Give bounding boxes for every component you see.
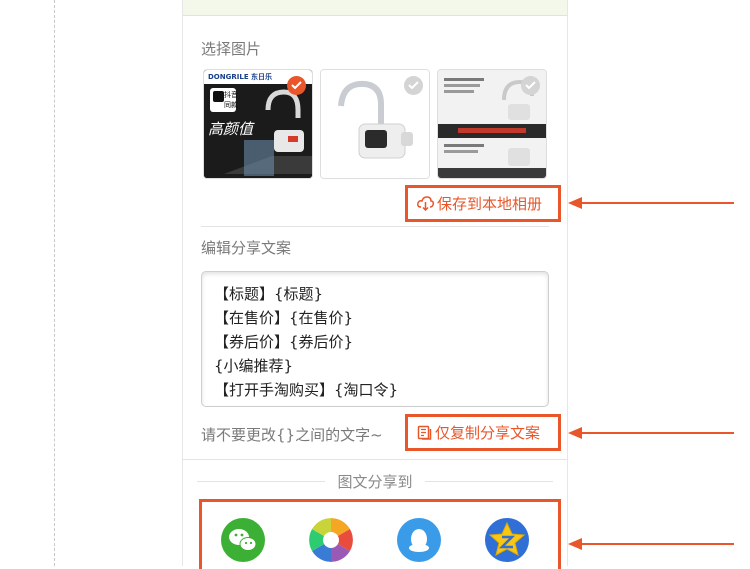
share-panel: 选择图片 DONGRILE 东日乐 抖音 同款 高颜值 保存到本地相册 编辑分享… <box>182 0 568 569</box>
edit-copy-title: 编辑分享文案 <box>201 239 292 257</box>
thumb-badge-line2: 同款 <box>224 101 238 109</box>
image-thumb-1[interactable]: DONGRILE 东日乐 抖音 同款 高颜值 <box>203 69 313 179</box>
copy-line: 【标题】{标题} <box>214 285 324 303</box>
copy-button-label: 仅复制分享文案 <box>435 424 541 442</box>
copy-line: {小编推荐} <box>214 357 294 375</box>
moments-icon[interactable] <box>309 518 353 562</box>
qzone-icon[interactable] <box>485 518 529 562</box>
thumb-brand: DONGRILE 东日乐 <box>208 73 273 81</box>
copy-line: 【打开手淘购买】{淘口令} <box>214 381 399 399</box>
copy-share-text-button[interactable]: 仅复制分享文案 <box>405 414 561 451</box>
divider <box>183 459 567 460</box>
wechat-icon[interactable] <box>221 518 265 562</box>
share-targets <box>199 499 561 569</box>
guide-dashed-line <box>54 0 55 566</box>
copy-line: 【在售价】{在售价} <box>214 309 354 327</box>
unselected-check-icon[interactable] <box>404 76 423 95</box>
share-copy-textarea[interactable]: 【标题】{标题} 【在售价】{在售价} 【券后价】{券后价} {小编推荐} 【打… <box>201 271 549 407</box>
copy-line: 【券后价】{券后价} <box>214 333 354 351</box>
copy-icon <box>417 425 432 440</box>
cloud-download-icon <box>417 196 434 211</box>
unselected-check-icon[interactable] <box>521 76 540 95</box>
share-title: 图文分享到 <box>337 473 413 491</box>
thumb-slogan: 高颜值 <box>208 120 254 138</box>
top-band <box>183 0 567 16</box>
save-to-album-button[interactable]: 保存到本地相册 <box>405 185 561 222</box>
qq-icon[interactable] <box>397 518 441 562</box>
annotation-arrow <box>568 197 734 209</box>
copy-hint: 请不要更改{}之间的文字~ <box>201 426 383 444</box>
selected-check-icon[interactable] <box>287 76 306 95</box>
select-images-title: 选择图片 <box>201 40 262 58</box>
annotation-arrow <box>568 538 734 550</box>
image-thumb-2[interactable] <box>320 69 430 179</box>
save-button-label: 保存到本地相册 <box>437 195 543 213</box>
image-thumb-3[interactable] <box>437 69 547 179</box>
annotation-arrow <box>568 427 734 439</box>
divider <box>201 226 549 227</box>
thumb-badge-line1: 抖音 <box>224 91 238 99</box>
